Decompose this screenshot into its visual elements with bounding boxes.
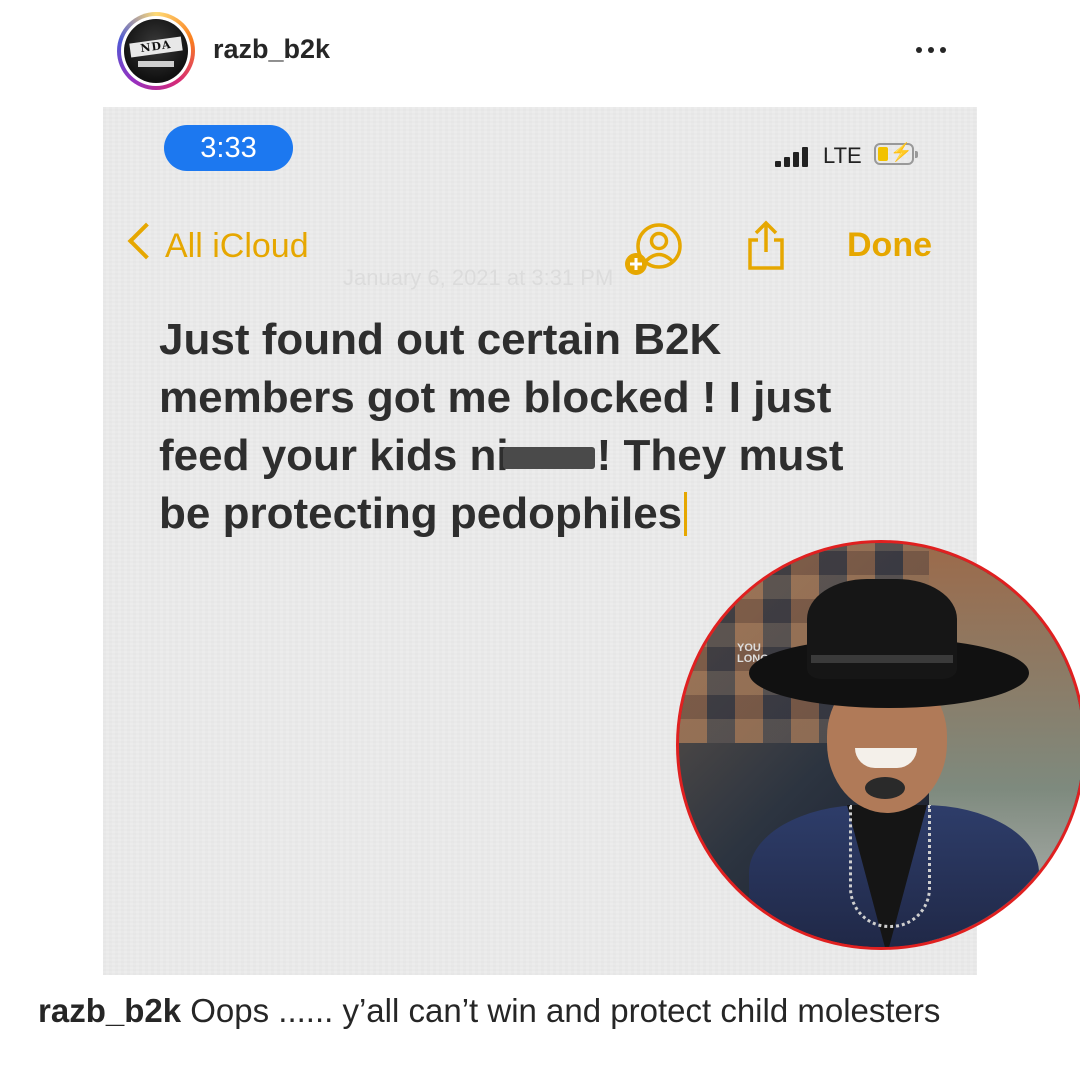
network-label: LTE <box>823 143 862 168</box>
back-chevron-icon[interactable] <box>127 222 165 260</box>
note-line: feed your kids ni! They must <box>159 431 844 480</box>
post-username[interactable]: razb_b2k <box>213 34 330 65</box>
battery-icon: ⚡ <box>874 142 918 165</box>
caption-username[interactable]: razb_b2k <box>38 992 181 1029</box>
signal-icon <box>775 145 819 167</box>
avatar-image: NDA <box>124 19 188 83</box>
more-horizontal-icon[interactable] <box>913 40 949 60</box>
status-time: 3:33 <box>164 125 293 171</box>
back-button[interactable]: All iCloud <box>165 227 309 266</box>
note-line: Just found out certain B2K <box>159 315 722 364</box>
add-person-icon[interactable] <box>623 222 685 278</box>
share-icon[interactable] <box>744 220 788 272</box>
status-bar-right: LTE ⚡ <box>775 141 945 171</box>
caption-text: Oops ...... y’all can’t win and protect … <box>181 992 941 1029</box>
note-line: members got me blocked ! I just <box>159 373 832 422</box>
text-cursor <box>684 492 688 536</box>
done-button[interactable]: Done <box>847 226 932 265</box>
post-header: NDA razb_b2k <box>0 0 1080 104</box>
inset-portrait-photo: YOU LONG <box>676 540 1080 950</box>
censor-scribble <box>502 447 595 470</box>
profile-avatar[interactable]: NDA <box>117 12 195 90</box>
note-date: January 6, 2021 at 3:31 PM <box>343 265 614 290</box>
note-line: be protecting pedophiles <box>159 485 919 543</box>
note-body[interactable]: Just found out certain B2K members got m… <box>159 311 919 543</box>
avatar-logo: NDA <box>129 36 183 58</box>
post-caption: razb_b2k Oops ...... y’all can’t win and… <box>38 990 1048 1031</box>
